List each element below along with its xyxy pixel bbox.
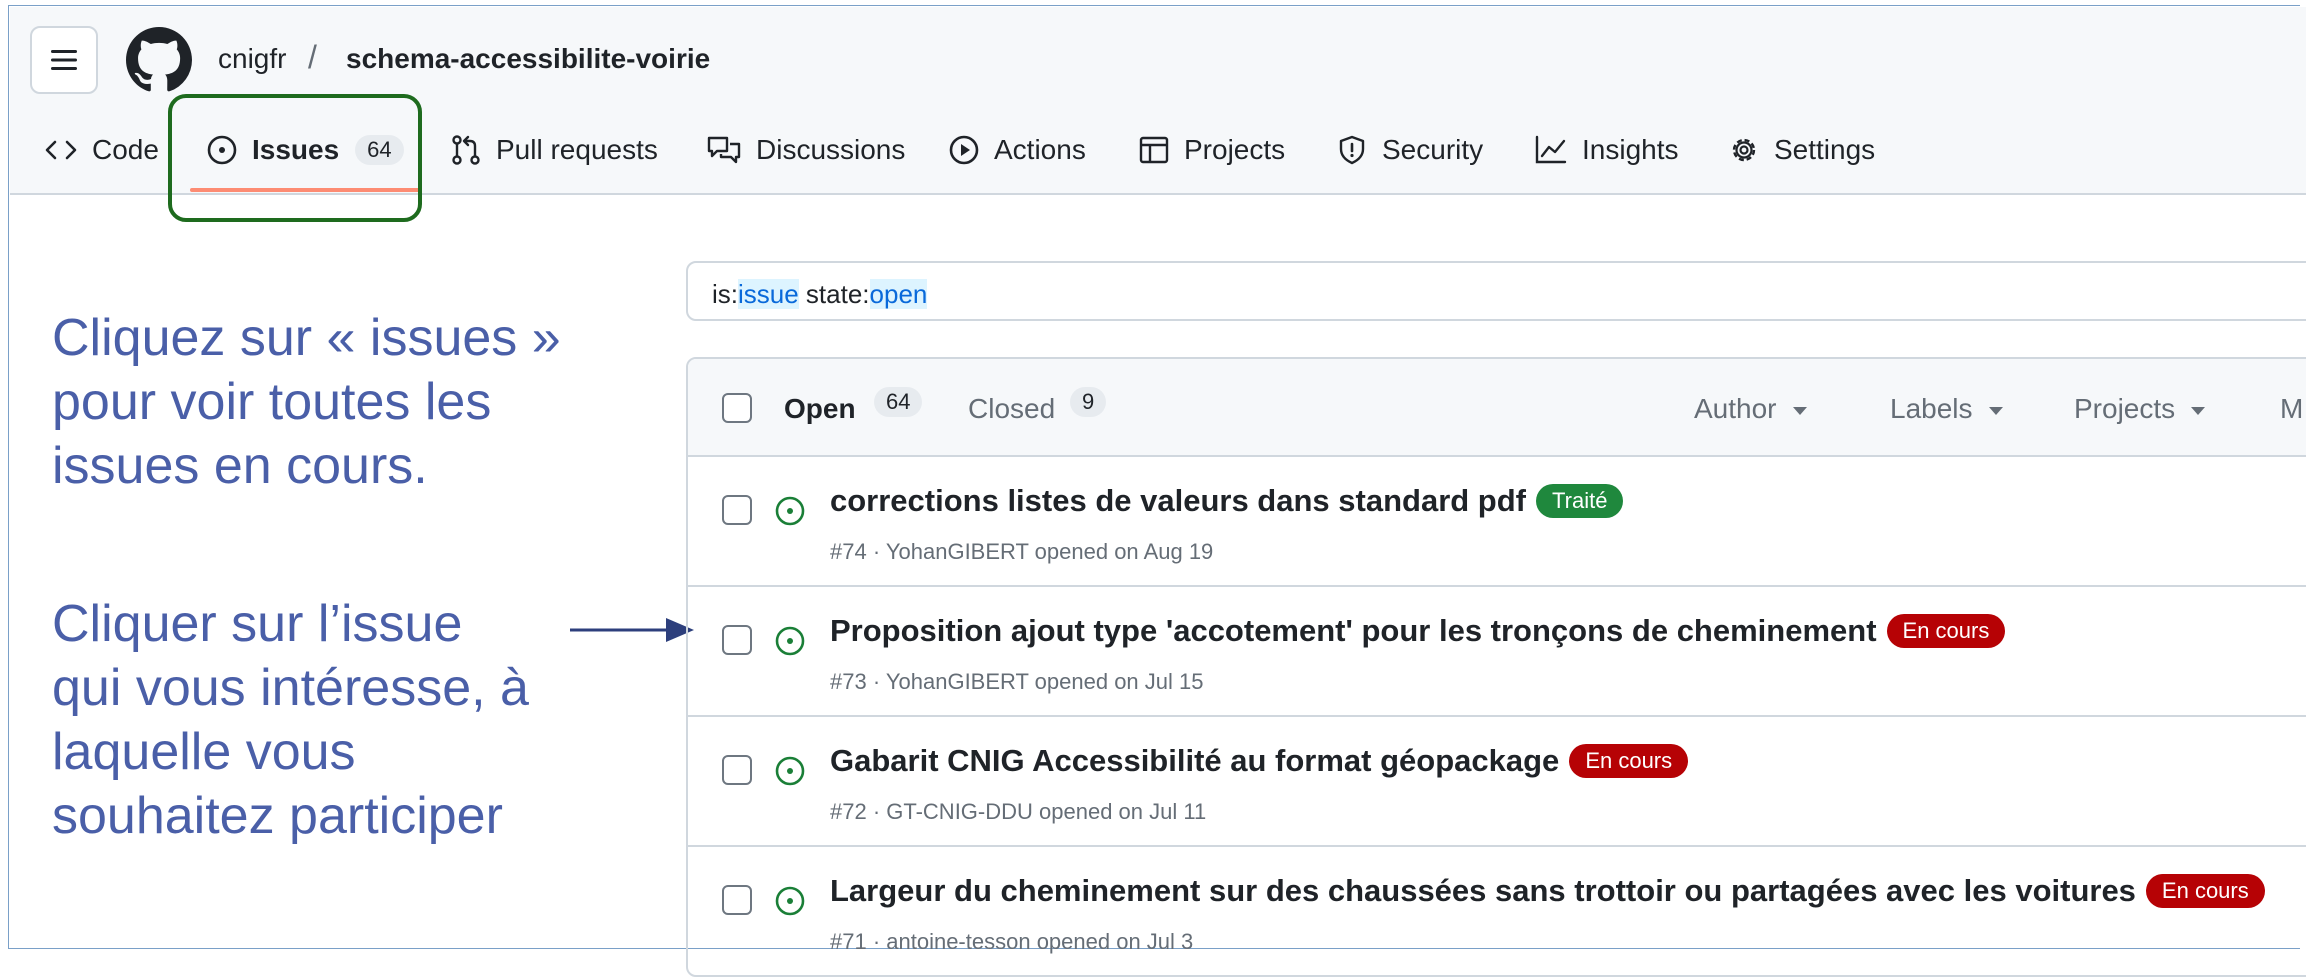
issues-search-input[interactable]: is:issue state:open (686, 261, 2306, 321)
tab-actions[interactable]: Actions (948, 130, 1086, 170)
filter-label: M (2280, 393, 2304, 424)
tab-label: Actions (994, 134, 1086, 165)
issue-checkbox[interactable] (722, 755, 752, 785)
shield-icon (1339, 135, 1365, 165)
tab-label: Code (92, 134, 159, 165)
issues-tab-highlight-box (168, 94, 422, 222)
open-issues-filter[interactable]: Open (784, 393, 856, 425)
chevron-down-icon (1792, 406, 1807, 415)
tab-label: Security (1382, 134, 1484, 165)
tab-settings[interactable]: Settings (1728, 130, 1875, 170)
tab-label: Insights (1582, 134, 1679, 165)
issues-list: Open 64 Closed 9 Author Labels Projects … (686, 357, 2306, 977)
chevron-down-icon (2191, 406, 2206, 415)
chevron-down-icon (1988, 406, 2003, 415)
hamburger-icon (51, 50, 77, 70)
issue-opened-icon (775, 496, 805, 526)
issue-title-link[interactable]: Gabarit CNIG Accessibilité au format géo… (830, 743, 1689, 779)
tab-label: Pull requests (496, 134, 658, 165)
tab-projects[interactable]: Projects (1138, 130, 1285, 170)
gear-icon (1732, 138, 1756, 162)
issue-title-link[interactable]: Largeur du cheminement sur des chaussées… (830, 873, 2265, 909)
labels-filter-dropdown[interactable]: Labels (1890, 393, 2003, 425)
tab-label: Discussions (756, 134, 906, 165)
search-value: open (869, 279, 928, 309)
search-qualifier: is: (712, 279, 738, 309)
issue-label-badge[interactable]: En cours (1569, 744, 1689, 778)
comment-discussion-icon (707, 136, 741, 164)
issues-list-header: Open 64 Closed 9 Author Labels Projects … (688, 359, 2306, 457)
tab-label: Settings (1774, 134, 1876, 165)
issue-opened-icon (775, 756, 805, 786)
repo-name-link[interactable]: schema-accessibilite-voirie (346, 43, 710, 75)
issue-checkbox[interactable] (722, 495, 752, 525)
issue-title: corrections listes de valeurs dans stand… (830, 483, 1527, 518)
issue-label-badge[interactable]: En cours (1886, 614, 2006, 648)
issue-row[interactable]: Largeur du cheminement sur des chaussées… (688, 845, 2306, 975)
issue-title-link[interactable]: Proposition ajout type 'accotement' pour… (830, 613, 2006, 649)
tab-discussions[interactable]: Discussions (706, 130, 905, 170)
annotation-click-issues: Cliquez sur « issues » pour voir toutes … (52, 309, 561, 495)
filter-label: Author (1694, 393, 1777, 424)
play-icon (949, 135, 979, 165)
filter-label: Projects (2074, 393, 2176, 424)
issue-row[interactable]: Proposition ajout type 'accotement' pour… (688, 585, 2306, 717)
git-pull-request-icon (452, 135, 480, 165)
repo-owner-link[interactable]: cnigfr (218, 43, 286, 75)
issue-meta: #71 · antoine-tesson opened on Jul 3 (830, 929, 1194, 954)
tab-code[interactable]: Code (44, 130, 159, 170)
search-qualifier: state: (798, 279, 870, 309)
tab-insights[interactable]: Insights (1534, 130, 1679, 170)
issue-meta: #74 · YohanGIBERT opened on Aug 19 (830, 539, 1214, 564)
issue-checkbox[interactable] (722, 885, 752, 915)
tab-pull-requests[interactable]: Pull requests (450, 130, 658, 170)
issue-title-link[interactable]: corrections listes de valeurs dans stand… (830, 483, 1624, 519)
tab-label: Projects (1184, 134, 1286, 165)
issue-row[interactable]: corrections listes de valeurs dans stand… (688, 455, 2306, 587)
author-filter-dropdown[interactable]: Author (1694, 393, 1807, 425)
issue-title: Proposition ajout type 'accotement' pour… (830, 613, 1877, 648)
hamburger-menu-button[interactable] (30, 26, 98, 94)
graph-icon (1535, 135, 1567, 164)
arrow-right-icon (570, 618, 694, 642)
closed-issues-filter[interactable]: Closed (968, 393, 1055, 425)
issue-row[interactable]: Gabarit CNIG Accessibilité au format géo… (688, 715, 2306, 847)
issue-opened-icon (775, 626, 805, 656)
issue-label-badge[interactable]: En cours (2145, 874, 2265, 908)
closed-count-badge: 9 (1070, 387, 1107, 417)
open-count-badge: 64 (874, 387, 923, 417)
select-all-checkbox[interactable] (722, 393, 752, 423)
issue-opened-icon (775, 886, 805, 916)
github-logo-icon[interactable] (126, 27, 192, 93)
issue-label-badge[interactable]: Traité (1536, 484, 1624, 518)
filter-label: Labels (1890, 393, 1973, 424)
tab-security[interactable]: Security (1336, 130, 1483, 170)
issue-checkbox[interactable] (722, 625, 752, 655)
search-value: issue (738, 279, 799, 309)
issue-meta: #73 · YohanGIBERT opened on Jul 15 (830, 669, 1204, 694)
projects-filter-dropdown[interactable]: Projects (2074, 393, 2206, 425)
issue-title: Gabarit CNIG Accessibilité au format géo… (830, 743, 1560, 778)
path-separator: / (308, 39, 317, 75)
code-icon (45, 140, 77, 160)
issue-meta: #72 · GT-CNIG-DDU opened on Jul 11 (830, 799, 1207, 824)
annotation-click-issue: Cliquer sur l’issue qui vous intéresse, … (52, 595, 529, 845)
table-icon (1139, 136, 1169, 164)
issue-title: Largeur du cheminement sur des chaussées… (830, 873, 2136, 908)
milestones-filter-dropdown[interactable]: M (2280, 393, 2303, 425)
